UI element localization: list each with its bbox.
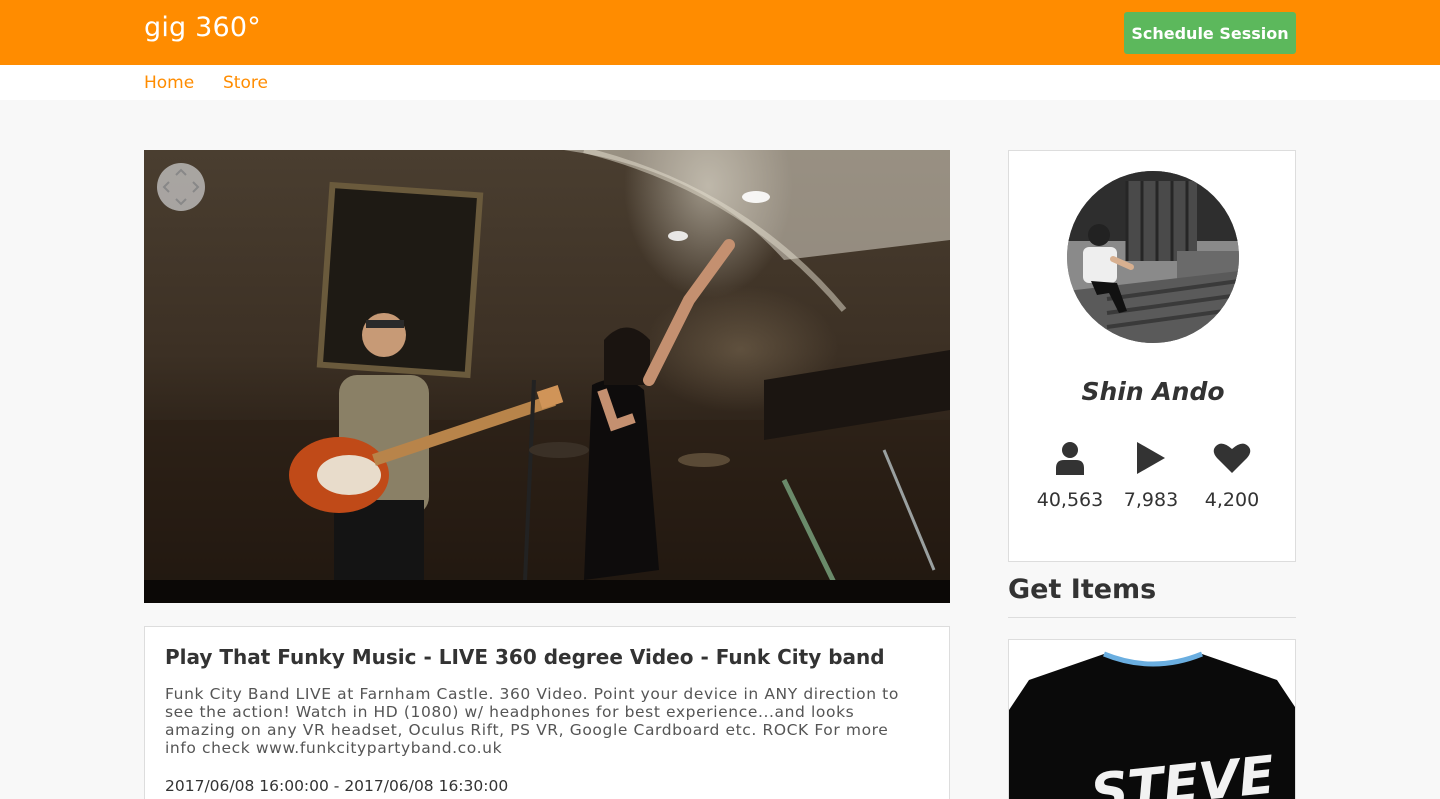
video-title: Play That Funky Music - LIVE 360 degree … xyxy=(165,645,885,669)
likes-count: 4,200 xyxy=(1204,489,1260,511)
video-time-range: 2017/06/08 16:00:00 - 2017/06/08 16:30:0… xyxy=(165,777,509,795)
plays-count: 7,983 xyxy=(1123,489,1179,511)
artist-name: Shin Ando xyxy=(1081,377,1225,406)
schedule-session-button[interactable]: Schedule Session xyxy=(1124,12,1296,54)
followers-count: 40,563 xyxy=(1036,489,1104,511)
likes-stat: 4,200 xyxy=(1191,441,1273,511)
video-description: Funk City Band LIVE at Farnham Castle. 3… xyxy=(165,685,899,757)
tshirt-image: STEVE xyxy=(1009,640,1295,799)
plays-stat: 7,983 xyxy=(1110,441,1192,511)
divider xyxy=(1008,617,1296,618)
heart-icon xyxy=(1213,443,1251,473)
concert-scene xyxy=(144,150,950,603)
pan-control[interactable] xyxy=(157,163,205,211)
product-card-tshirt[interactable]: STEVE xyxy=(1008,639,1296,799)
user-icon xyxy=(1056,442,1084,475)
brand-logo[interactable]: gig 360° xyxy=(144,12,261,43)
pan-arrows-icon xyxy=(162,168,200,206)
followers-stat: 40,563 xyxy=(1029,441,1111,511)
nav-item-home[interactable]: Home xyxy=(144,73,194,93)
artist-profile-card: Shin Ando 40,563 7,983 4,200 xyxy=(1008,150,1296,562)
video-info-card: Play That Funky Music - LIVE 360 degree … xyxy=(144,626,950,799)
play-icon xyxy=(1137,442,1165,474)
avatar[interactable] xyxy=(1067,171,1239,343)
video-player-360[interactable] xyxy=(144,150,950,603)
get-items-heading: Get Items xyxy=(1008,574,1157,605)
nav-item-store[interactable]: Store xyxy=(223,73,268,93)
sub-navigation: Home Store xyxy=(0,65,1440,100)
top-navbar: gig 360° Schedule Session xyxy=(0,0,1440,65)
avatar-photo xyxy=(1067,171,1239,343)
